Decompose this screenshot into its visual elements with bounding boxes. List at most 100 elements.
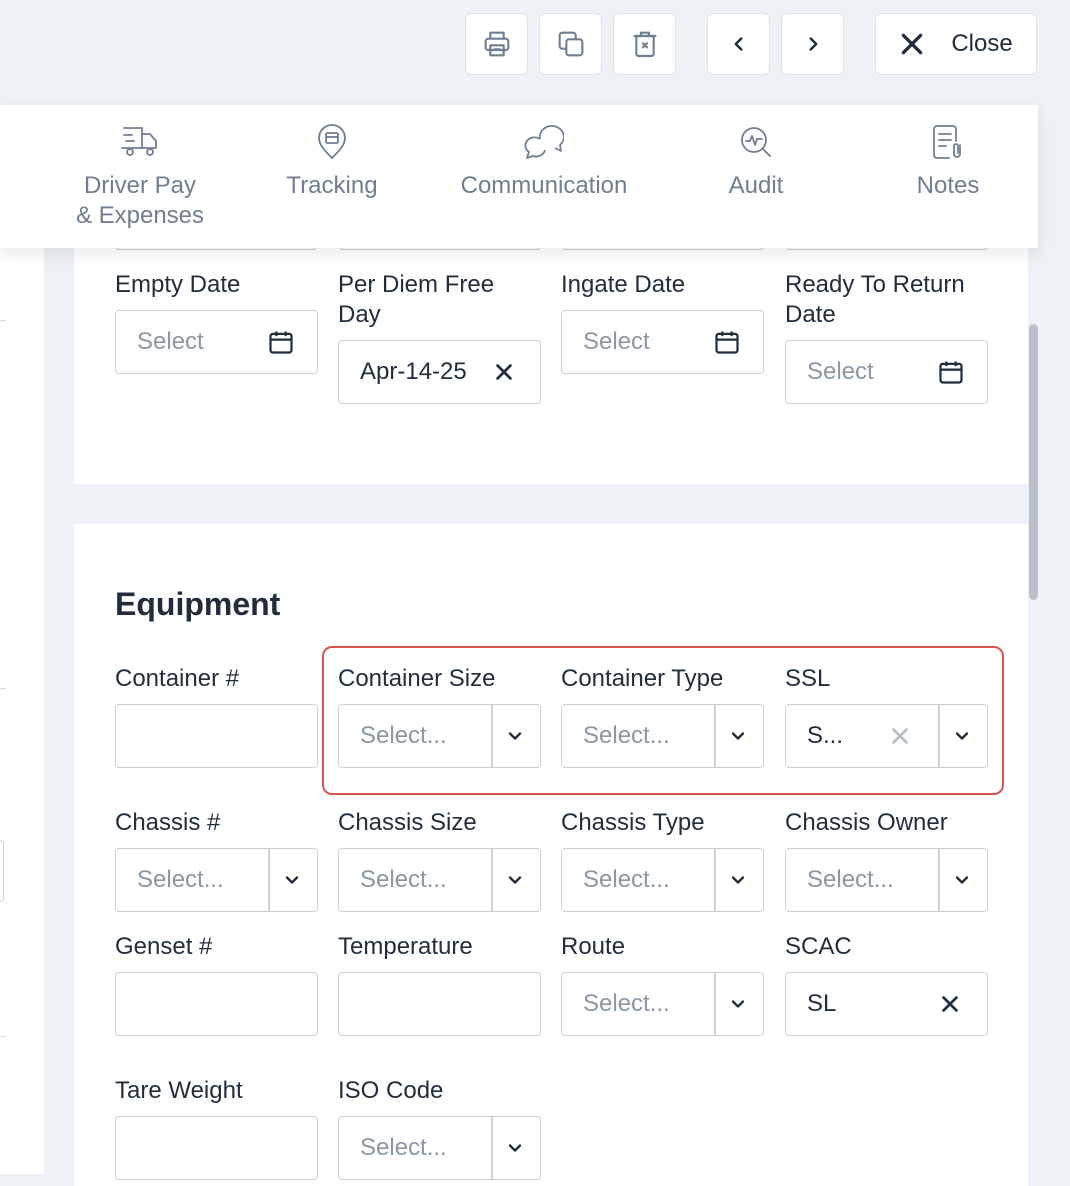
chevron-down-icon[interactable] — [490, 1117, 540, 1179]
previous-button[interactable] — [707, 13, 770, 75]
tab-label: Audit — [728, 172, 784, 199]
chassis-type-label: Chassis Type — [561, 809, 705, 836]
note-clip-icon — [930, 123, 966, 161]
duplicate-button[interactable] — [539, 13, 602, 75]
route-select[interactable]: Select... — [561, 972, 764, 1036]
container-number-label: Container # — [115, 665, 240, 692]
chassis-size-placeholder: Select... — [360, 866, 447, 893]
truck-icon — [120, 123, 160, 161]
close-label: Close — [951, 30, 1013, 57]
empty-date-picker[interactable]: Select — [115, 310, 318, 374]
left-divider — [0, 320, 6, 321]
calendar-icon[interactable] — [937, 358, 965, 386]
tab-label: Driver Pay & Expenses — [75, 172, 205, 229]
chassis-type-placeholder: Select... — [583, 866, 670, 893]
chassis-size-select[interactable]: Select... — [338, 848, 541, 912]
chevron-down-icon[interactable] — [713, 849, 763, 911]
tab-audit[interactable]: Audit — [706, 105, 806, 248]
print-button[interactable] — [465, 13, 528, 75]
ingate-date-label: Ingate Date — [561, 271, 686, 298]
ready-to-return-date-label: Ready To Return Date — [785, 271, 965, 328]
per-diem-free-day-picker[interactable]: Apr-14-25 — [338, 340, 541, 404]
container-type-placeholder: Select... — [583, 722, 670, 749]
chassis-type-select[interactable]: Select... — [561, 848, 764, 912]
scac-label: SCAC — [785, 933, 852, 960]
close-button[interactable]: Close — [875, 13, 1037, 75]
genset-number-input[interactable] — [115, 972, 318, 1036]
chassis-size-label: Chassis Size — [338, 809, 477, 836]
chassis-number-label: Chassis # — [115, 809, 221, 836]
delete-button[interactable] — [613, 13, 676, 75]
per-diem-free-day-value: Apr-14-25 — [360, 358, 467, 385]
iso-code-select[interactable]: Select... — [338, 1116, 541, 1180]
scac-value: SL — [807, 990, 837, 1017]
chassis-owner-placeholder: Select... — [807, 866, 894, 893]
chevron-down-icon[interactable] — [937, 705, 987, 767]
printer-icon — [481, 28, 513, 60]
chevron-down-icon[interactable] — [937, 849, 987, 911]
route-label: Route — [561, 933, 626, 960]
calendar-icon[interactable] — [267, 328, 295, 356]
clear-icon[interactable] — [493, 361, 515, 383]
chassis-owner-label: Chassis Owner — [785, 809, 948, 836]
per-diem-free-day-label: Per Diem Free Day — [338, 271, 495, 328]
location-pin-icon — [315, 123, 349, 161]
trash-icon — [629, 28, 661, 60]
chat-bubbles-icon — [524, 123, 564, 161]
chassis-number-select[interactable]: Select... — [115, 848, 318, 912]
chassis-number-placeholder: Select... — [137, 866, 224, 893]
chevron-right-icon — [802, 33, 824, 55]
chassis-owner-select[interactable]: Select... — [785, 848, 988, 912]
container-size-placeholder: Select... — [360, 722, 447, 749]
chevron-down-icon[interactable] — [490, 705, 540, 767]
tab-notes[interactable]: Notes — [898, 105, 998, 248]
ssl-value: S... — [807, 722, 844, 749]
clear-icon[interactable] — [939, 993, 961, 1015]
left-panel — [0, 248, 44, 1174]
calendar-icon[interactable] — [713, 328, 741, 356]
tab-communication[interactable]: Communication — [444, 105, 644, 248]
tare-weight-input[interactable] — [115, 1116, 318, 1180]
close-icon — [899, 31, 925, 57]
next-button[interactable] — [781, 13, 844, 75]
container-size-select[interactable]: Select... — [338, 704, 541, 768]
tab-bar: Driver Pay & Expenses Tracking Communica… — [0, 105, 1038, 248]
tab-label: Communication — [460, 172, 628, 199]
chevron-down-icon[interactable] — [490, 849, 540, 911]
ingate-date-placeholder: Select — [583, 328, 650, 355]
empty-date-placeholder: Select — [137, 328, 204, 355]
ingate-date-picker[interactable]: Select — [561, 310, 764, 374]
tab-driver-pay[interactable]: Driver Pay & Expenses — [60, 105, 220, 248]
ready-to-return-date-picker[interactable]: Select — [785, 340, 988, 404]
container-number-input[interactable] — [115, 704, 318, 768]
container-size-label: Container Size — [338, 665, 496, 692]
genset-number-label: Genset # — [115, 933, 213, 960]
ready-to-return-date-placeholder: Select — [807, 358, 874, 385]
temperature-label: Temperature — [338, 933, 473, 960]
tare-weight-label: Tare Weight — [115, 1077, 243, 1104]
tab-label: Tracking — [286, 172, 378, 199]
ssl-select[interactable]: S... — [785, 704, 988, 768]
route-placeholder: Select... — [583, 990, 670, 1017]
container-type-select[interactable]: Select... — [561, 704, 764, 768]
copy-icon — [555, 28, 587, 60]
tab-label: Notes — [916, 172, 980, 199]
scac-input[interactable]: SL — [785, 972, 988, 1036]
tab-tracking[interactable]: Tracking — [262, 105, 402, 248]
scrollbar-thumb[interactable] — [1029, 324, 1038, 600]
temperature-input[interactable] — [338, 972, 541, 1036]
equipment-title: Equipment — [115, 586, 281, 622]
container-type-label: Container Type — [561, 665, 724, 692]
chevron-down-icon[interactable] — [713, 705, 763, 767]
empty-date-label: Empty Date — [115, 271, 241, 298]
left-field[interactable] — [0, 840, 4, 902]
chevron-down-icon[interactable] — [713, 973, 763, 1035]
chevron-left-icon — [728, 33, 750, 55]
iso-code-placeholder: Select... — [360, 1134, 447, 1161]
chevron-down-icon[interactable] — [267, 849, 317, 911]
iso-code-label: ISO Code — [338, 1077, 444, 1104]
left-divider — [0, 1036, 6, 1037]
left-divider — [0, 688, 6, 689]
magnifier-activity-icon — [738, 123, 774, 161]
clear-icon[interactable] — [889, 725, 911, 747]
